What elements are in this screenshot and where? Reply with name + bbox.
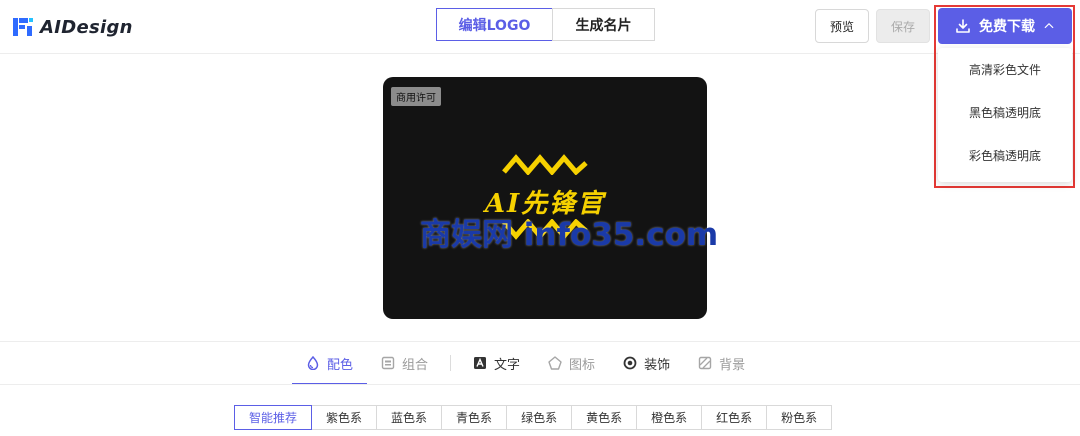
tab-generate-card[interactable]: 生成名片 (552, 8, 655, 41)
layout-icon (381, 356, 395, 370)
tab-edit-logo[interactable]: 编辑LOGO (436, 8, 553, 41)
mode-tabs: 编辑LOGO 生成名片 (436, 8, 655, 41)
preview-button[interactable]: 预览 (815, 9, 869, 43)
shape-icon (548, 356, 562, 370)
tab-shape[interactable]: 图标 (534, 342, 609, 384)
tab-label: 图标 (569, 357, 596, 373)
color-cat-purple[interactable]: 紫色系 (311, 405, 378, 430)
drop-icon (307, 356, 319, 370)
color-cat-orange[interactable]: 橙色系 (636, 405, 703, 430)
tab-label: 文字 (494, 357, 521, 373)
color-cat-green[interactable]: 绿色系 (506, 405, 573, 430)
tool-tabs: 配色 组合 文字 图标 装饰 背景 (292, 342, 759, 385)
circle-icon (623, 356, 637, 370)
color-cat-smart[interactable]: 智能推荐 (234, 405, 313, 430)
color-cat-cyan[interactable]: 青色系 (441, 405, 508, 430)
tab-label: 配色 (327, 357, 354, 373)
download-label: 免费下载 (979, 19, 1035, 35)
menu-item-color-transparent[interactable]: 彩色稿透明底 (938, 134, 1072, 177)
top-header: AIDesign 编辑LOGO 生成名片 预览 保存 (0, 0, 1080, 54)
tab-label: 背景 (719, 357, 746, 373)
watermark-text: 商娱网 info35.com (420, 217, 719, 253)
app-logo[interactable]: AIDesign (12, 16, 133, 38)
tab-text[interactable]: 文字 (459, 342, 534, 384)
menu-item-black-transparent[interactable]: 黑色稿透明底 (938, 91, 1072, 134)
app-name: AIDesign (40, 16, 133, 38)
color-cat-red[interactable]: 红色系 (701, 405, 768, 430)
logo-preview-card[interactable]: 商用许可 AI先锋官 (383, 77, 707, 319)
download-icon (956, 19, 970, 33)
download-button[interactable]: 免费下载 (938, 8, 1072, 44)
tab-label: 装饰 (644, 357, 671, 373)
divider (0, 384, 1080, 385)
color-cat-pink[interactable]: 粉色系 (766, 405, 833, 430)
tab-layout[interactable]: 组合 (367, 342, 442, 384)
tab-separator (450, 355, 452, 371)
tab-color-scheme[interactable]: 配色 (292, 342, 368, 385)
download-menu: 高清彩色文件 黑色稿透明底 彩色稿透明底 (938, 48, 1072, 182)
save-button[interactable]: 保存 (876, 9, 930, 43)
chevron-up-icon (1044, 23, 1054, 29)
tab-background[interactable]: 背景 (684, 342, 759, 384)
license-badge: 商用许可 (391, 87, 441, 106)
menu-item-hd-color[interactable]: 高清彩色文件 (938, 48, 1072, 91)
tab-label: 组合 (402, 357, 429, 373)
aidesign-logo-icon (13, 18, 33, 36)
color-cat-blue[interactable]: 蓝色系 (376, 405, 443, 430)
background-icon (698, 356, 712, 370)
color-cat-yellow[interactable]: 黄色系 (571, 405, 638, 430)
tab-decoration[interactable]: 装饰 (609, 342, 684, 384)
mountain-top-icon (502, 154, 588, 175)
text-icon (474, 357, 487, 369)
color-category-bar: 智能推荐 紫色系 蓝色系 青色系 绿色系 黄色系 橙色系 红色系 粉色系 (234, 405, 833, 430)
app-root: AIDesign 编辑LOGO 生成名片 预览 保存 免费下载 高清彩色文件 黑… (0, 0, 1080, 436)
